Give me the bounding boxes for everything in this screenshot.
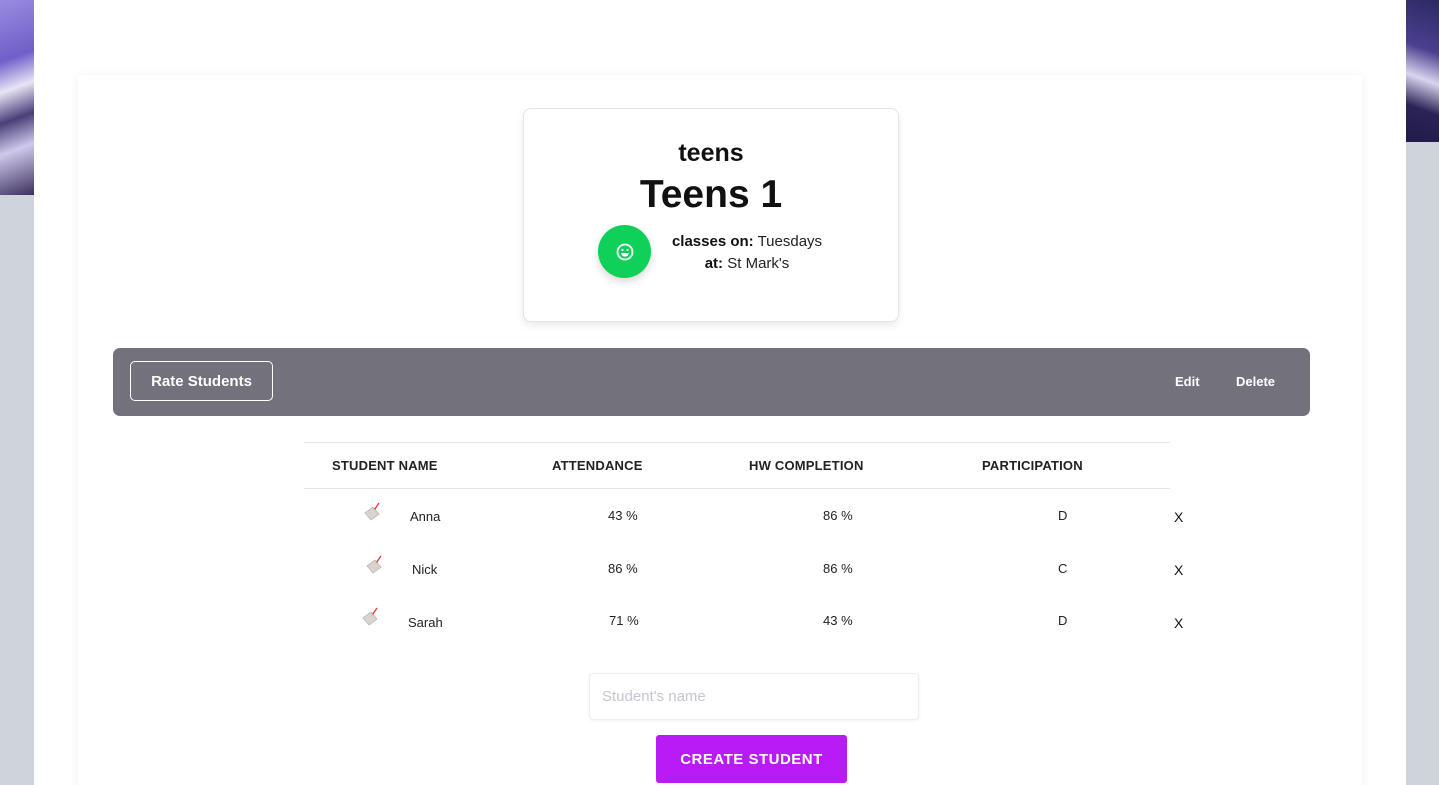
class-title: Teens 1 <box>639 173 783 216</box>
table-row: Anna 43 % 86 % D X <box>304 502 1204 560</box>
class-schedule: classes on: Tuesdays <box>664 231 830 253</box>
column-header-participation: PARTICIPATION <box>982 458 1083 473</box>
page-container: teens Teens 1 classes on: Tuesdays at: S… <box>34 0 1406 785</box>
rate-students-button[interactable]: Rate Students <box>130 361 273 401</box>
location-value: St Mark's <box>727 255 790 272</box>
class-location: at: St Mark's <box>664 253 830 275</box>
student-participation: D <box>1058 508 1068 523</box>
class-toolbar: Rate Students Edit Delete <box>113 348 1310 416</box>
class-badge <box>598 225 651 278</box>
student-participation: D <box>1058 613 1068 628</box>
student-name: Anna <box>410 509 441 524</box>
tag-icon <box>366 555 382 574</box>
table-header: STUDENT NAME ATTENDANCE HW COMPLETION PA… <box>304 442 1170 489</box>
student-participation: C <box>1058 561 1068 576</box>
column-header-hw-completion: HW COMPLETION <box>749 458 864 473</box>
background-image-right <box>1405 0 1439 142</box>
student-name-input[interactable] <box>589 673 919 720</box>
tag-icon <box>362 607 378 626</box>
schedule-label: classes on: <box>671 233 754 250</box>
class-info: classes on: Tuesdays at: St Mark's <box>664 231 830 275</box>
column-header-student-name: STUDENT NAME <box>332 458 438 473</box>
student-attendance: 43 % <box>608 508 638 523</box>
student-attendance: 71 % <box>609 613 639 628</box>
table-row: Sarah 71 % 43 % D X <box>304 607 1204 665</box>
tag-icon <box>364 502 380 521</box>
student-hw-completion: 86 % <box>823 561 853 576</box>
student-hw-completion: 43 % <box>823 613 853 628</box>
location-label: at: <box>704 255 724 272</box>
edit-button[interactable]: Edit <box>1175 374 1200 389</box>
schedule-value: Tuesdays <box>757 233 823 250</box>
background-image-left <box>0 0 34 195</box>
remove-student-button[interactable]: X <box>1174 509 1183 525</box>
student-name: Sarah <box>408 615 443 630</box>
smile-icon <box>616 243 633 260</box>
student-attendance: 86 % <box>608 561 638 576</box>
create-student-button[interactable]: CREATE STUDENT <box>656 735 847 783</box>
delete-button[interactable]: Delete <box>1236 374 1275 389</box>
student-hw-completion: 86 % <box>823 508 853 523</box>
remove-student-button[interactable]: X <box>1174 615 1183 631</box>
column-header-attendance: ATTENDANCE <box>552 458 643 473</box>
class-category: teens <box>678 139 744 167</box>
student-name: Nick <box>412 562 438 577</box>
remove-student-button[interactable]: X <box>1174 562 1183 578</box>
table-row: Nick 86 % 86 % C X <box>304 555 1204 613</box>
class-card: teens Teens 1 classes on: Tuesdays at: S… <box>523 108 899 322</box>
